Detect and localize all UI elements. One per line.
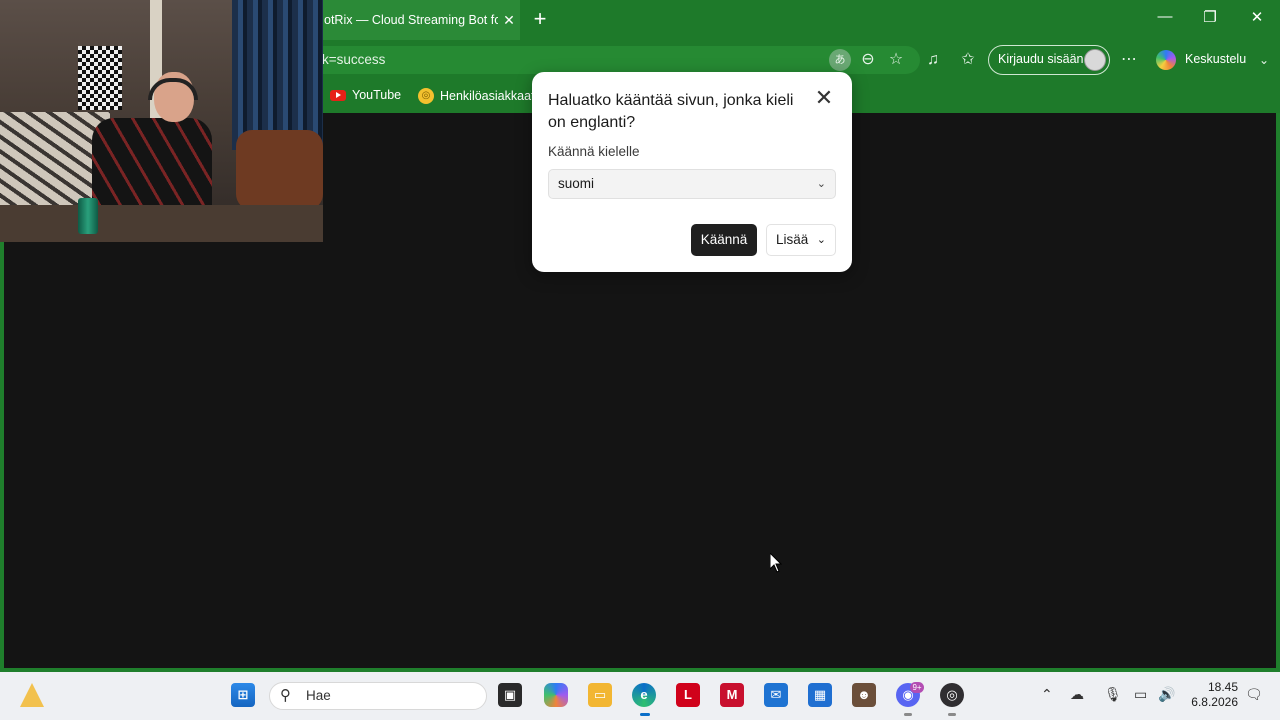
- favorites-icon[interactable]: ✩: [957, 49, 979, 71]
- chevron-down-icon: ⌄: [816, 234, 826, 246]
- start-icon[interactable]: ⊞: [231, 683, 255, 707]
- clock-time: 18.45: [1207, 680, 1238, 694]
- notifications-icon[interactable]: 🗨: [1245, 686, 1263, 703]
- translate-button[interactable]: Käännä: [691, 224, 757, 256]
- task-view-icon[interactable]: ▣: [498, 683, 522, 707]
- signin-button[interactable]: Kirjaudu sisään: [988, 45, 1110, 75]
- volume-icon[interactable]: 🔊: [1158, 686, 1175, 703]
- outlook-icon[interactable]: ✉: [764, 683, 788, 707]
- bank-icon: ◎: [418, 88, 434, 104]
- chevron-down-icon: ⌄: [816, 178, 826, 190]
- copilot-icon[interactable]: [544, 683, 568, 707]
- bookmark-youtube[interactable]: YouTube: [330, 88, 401, 102]
- webcam-person-body: [92, 118, 212, 213]
- taskbar-clock[interactable]: 18.45 6.8.2026: [1190, 680, 1238, 710]
- chevron-down-icon[interactable]: ⌄: [1253, 49, 1275, 71]
- translate-icon[interactable]: あ: [829, 49, 851, 71]
- close-window-button[interactable]: ✕: [1245, 8, 1269, 32]
- webcam-overlay: [0, 0, 323, 242]
- microphone-icon[interactable]: 🎙: [1104, 686, 1122, 703]
- edge-icon[interactable]: e: [632, 683, 656, 707]
- restore-button[interactable]: ❐: [1198, 8, 1222, 32]
- new-tab-button[interactable]: +: [528, 8, 552, 32]
- more-label: Lisää: [776, 232, 809, 247]
- language-select[interactable]: suomi ⌄: [548, 169, 836, 199]
- copilot-label[interactable]: Keskustelu: [1185, 52, 1246, 66]
- tray-overflow-icon[interactable]: ⌃: [1041, 686, 1053, 703]
- taskbar-search[interactable]: ⚲ Hae: [269, 682, 487, 710]
- more-options-button[interactable]: Lisää ⌄: [766, 224, 836, 256]
- zoom-icon[interactable]: ⊖: [857, 49, 879, 71]
- webcam-curtain: [232, 0, 323, 150]
- more-menu-icon[interactable]: ⋯: [1118, 49, 1140, 71]
- running-indicator: [948, 713, 956, 716]
- search-placeholder: Hae: [306, 688, 331, 703]
- clock-date: 6.8.2026: [1191, 695, 1238, 709]
- target-language-label: Käännä kielelle: [548, 144, 640, 159]
- translate-popup: Haluatko kääntää sivun, jonka kieli on e…: [532, 72, 852, 272]
- media-icon[interactable]: ♫: [922, 49, 944, 71]
- mcafee-icon[interactable]: M: [720, 683, 744, 707]
- popup-title: Haluatko kääntää sivun, jonka kieli on e…: [548, 92, 794, 131]
- file-explorer-icon[interactable]: ▭: [588, 683, 612, 707]
- webcam-chair: [236, 130, 323, 210]
- active-app-indicator: [640, 713, 650, 716]
- running-indicator: [904, 713, 912, 716]
- favorite-star-icon[interactable]: ☆: [885, 49, 907, 71]
- url-field[interactable]: k=success: [300, 46, 920, 74]
- signin-label: Kirjaudu sisään: [998, 52, 1084, 66]
- youtube-icon: [330, 89, 346, 101]
- tab-close-icon[interactable]: ✕: [498, 12, 520, 29]
- minimize-button[interactable]: —: [1153, 8, 1177, 32]
- search-icon: ⚲: [280, 687, 291, 704]
- onedrive-icon[interactable]: ☁: [1070, 686, 1084, 703]
- webcam-flag: [78, 46, 122, 110]
- avatar: [1084, 49, 1106, 71]
- game-icon[interactable]: ☻: [852, 683, 876, 707]
- bookmark-label: Henkilöasiakkaat: [440, 89, 535, 103]
- tab-title: otRix — Cloud Streaming Bot for: [324, 13, 498, 27]
- selected-language: suomi: [558, 176, 595, 191]
- mouse-cursor-icon: [770, 553, 782, 573]
- display-icon[interactable]: ▭: [1134, 686, 1147, 703]
- bookmark-henkiloasiakkaat[interactable]: ◎ Henkilöasiakkaat: [418, 88, 535, 104]
- notification-badge: 9+: [910, 682, 924, 693]
- lastpass-icon[interactable]: L: [676, 683, 700, 707]
- close-icon[interactable]: ✕: [814, 87, 834, 109]
- bookmark-label: YouTube: [352, 88, 402, 102]
- obs-icon[interactable]: ◎: [940, 683, 964, 707]
- browser-tab-active[interactable]: otRix — Cloud Streaming Bot for ✕: [310, 0, 520, 40]
- webcam-desk: [0, 205, 323, 242]
- copilot-icon[interactable]: [1156, 50, 1176, 70]
- store-icon[interactable]: ▦: [808, 683, 832, 707]
- webcam-can: [78, 198, 98, 234]
